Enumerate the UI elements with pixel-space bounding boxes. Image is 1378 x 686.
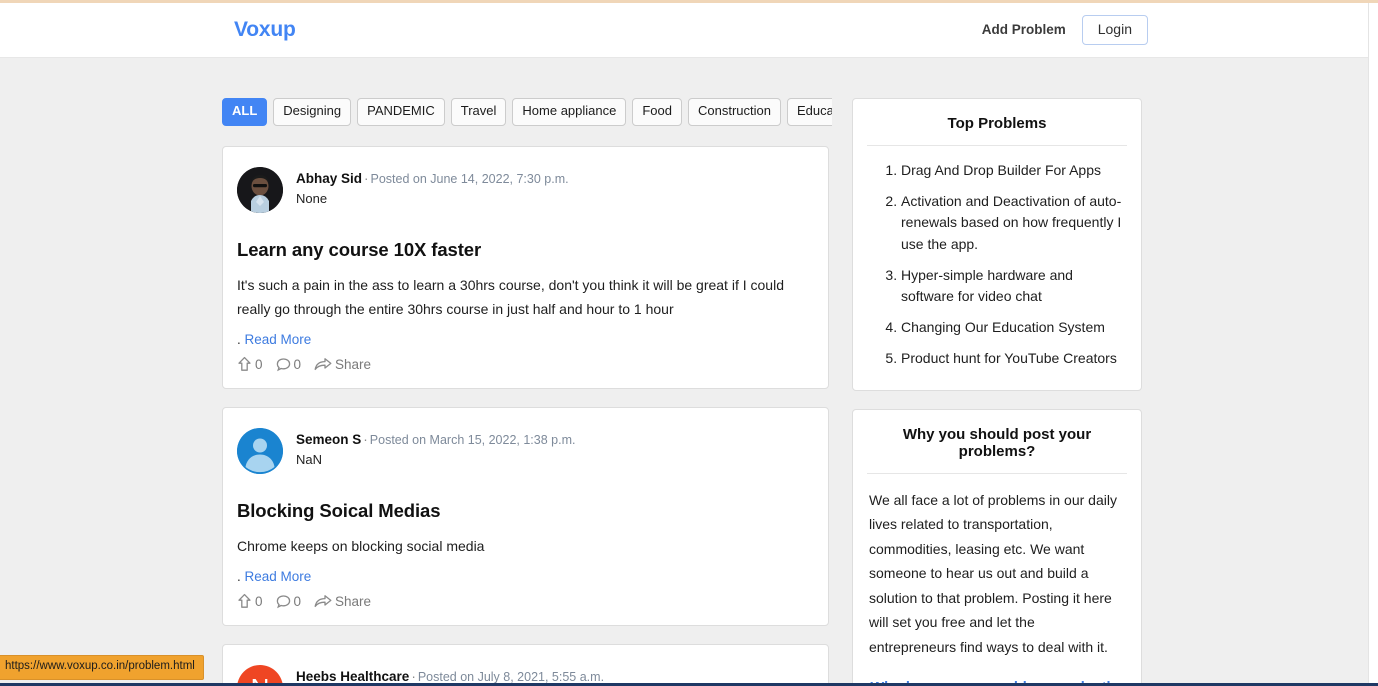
problem-actions: 0 0 Share xyxy=(237,356,814,372)
read-more-link[interactable]: Read More xyxy=(245,569,312,584)
problem-title[interactable]: Blocking Soical Medias xyxy=(237,500,814,522)
top-problems-panel: Top Problems Drag And Drop Builder For A… xyxy=(852,98,1142,391)
share-arrow-icon xyxy=(314,357,332,372)
navbar-actions: Add Problem Login xyxy=(982,14,1148,46)
login-button[interactable]: Login xyxy=(1081,14,1148,46)
category-tab-all[interactable]: ALL xyxy=(222,98,268,126)
problem-card-meta: Semeon S · Posted on March 15, 2022, 1:38 … xyxy=(296,428,575,467)
upvote-arrow-icon xyxy=(237,356,252,372)
why-post-title: Why you should post your problems? xyxy=(867,426,1127,474)
top-problems-list: Drag And Drop Builder For Apps Activation… xyxy=(869,160,1125,370)
top-problems-title: Top Problems xyxy=(867,115,1127,146)
category-tab-home-appliance[interactable]: Home appliance xyxy=(512,98,627,126)
comment-count: 0 xyxy=(293,593,302,609)
category-tab-construction[interactable]: Construction xyxy=(688,98,781,126)
upvote-count: 0 xyxy=(255,356,263,372)
category-tab-pandemic[interactable]: PANDEMIC xyxy=(357,98,445,126)
category-tabs: ALL Designing PANDEMIC Travel Home appliance… xyxy=(222,98,832,128)
post-category: None xyxy=(296,190,328,206)
category-tab-designing[interactable]: Designing xyxy=(273,98,352,126)
posted-timestamp: Posted on June 14, 2022, 7:30 p.m. xyxy=(370,172,569,186)
problem-card-header: Abhay Sid · Posted on June 14, 2022, 7:30 … xyxy=(237,167,814,213)
share-label: Share xyxy=(335,593,372,609)
why-post-panel: Why you should post your problems? We al… xyxy=(852,408,1142,686)
problem-card[interactable]: NHeebs Healthcare·Posted on July 8, 2021… xyxy=(222,644,829,686)
problem-title[interactable]: Learn any course 10X faster xyxy=(237,239,814,261)
upvote-arrow-icon xyxy=(237,593,252,609)
comment-button[interactable]: 0 xyxy=(276,356,302,372)
add-problem-link[interactable]: Add Problem xyxy=(982,22,1066,37)
why-post-paragraph: We all face a lot of problems in our dai… xyxy=(869,491,1117,655)
category-tab-travel[interactable]: Travel xyxy=(450,98,507,126)
author-name[interactable]: Semeon S xyxy=(296,432,361,447)
upvote-button[interactable]: 0 xyxy=(237,593,263,609)
navbar: Voxup Add Problem Login xyxy=(0,3,1368,58)
problem-card-meta: Abhay Sid · Posted on June 14, 2022, 7:30 … xyxy=(296,167,569,206)
comment-count: 0 xyxy=(293,356,302,372)
share-button[interactable]: Share xyxy=(314,357,371,372)
read-more-link[interactable]: Read More xyxy=(245,332,312,347)
top-problem-item[interactable]: Drag And Drop Builder For Apps xyxy=(901,160,1125,182)
status-bar-url: https://www.voxup.co.in/problem.html xyxy=(0,655,204,680)
separator-dot: · xyxy=(363,432,368,448)
scrollbar-thumb[interactable] xyxy=(1370,3,1378,153)
read-more-prefix: . xyxy=(237,569,241,585)
separator-dot: · xyxy=(364,171,369,186)
problem-card[interactable]: Abhay Sid · Posted on June 14, 2022, 7:30 … xyxy=(222,146,829,390)
problem-feed: Abhay Sid · Posted on June 14, 2022, 7:30 … xyxy=(222,146,829,686)
comment-bubble-icon xyxy=(276,594,291,609)
category-tab-education[interactable]: Education xyxy=(786,98,832,126)
upvote-count: 0 xyxy=(255,593,263,609)
top-problem-item[interactable]: Activation and Deactivation of auto-rene… xyxy=(901,191,1125,256)
sidebar: Top Problems Drag And Drop Builder For A… xyxy=(852,98,1142,686)
top-problem-item[interactable]: Hyper-simple hardware and software for v… xyxy=(901,265,1125,308)
author-name[interactable]: Heebs Healthcare xyxy=(296,669,409,684)
comment-bubble-icon xyxy=(276,357,291,372)
upvote-button[interactable]: 0 xyxy=(237,356,263,372)
problem-card-header: Semeon S · Posted on March 15, 2022, 1:38 … xyxy=(237,428,814,475)
author-name[interactable]: Abhay Sid xyxy=(296,171,362,186)
problem-body-text: Chrome keeps on blocking social media xyxy=(237,538,485,555)
share-button[interactable]: Share xyxy=(314,594,371,609)
category-tab-food[interactable]: Food xyxy=(632,98,682,126)
problem-card[interactable]: Semeon S · Posted on March 15, 2022, 1:38 … xyxy=(222,407,829,627)
problem-body-text: It's such a pain in the ass to learn a 3… xyxy=(237,277,784,318)
author-line: Abhay Sid · Posted on June 14, 2022, 7:30 … xyxy=(296,171,569,188)
read-more-prefix: . xyxy=(237,332,241,348)
page-body: ALL Designing PANDEMIC Travel Home appliance… xyxy=(0,58,1368,686)
brand-logo[interactable]: Voxup xyxy=(234,18,296,42)
comment-button[interactable]: 0 xyxy=(276,593,302,609)
page-scrollbar[interactable] xyxy=(1368,3,1378,686)
problem-actions: 0 0 Share xyxy=(237,593,814,609)
avatar-default-user-icon xyxy=(237,428,283,475)
category-tabs-list: ALL Designing PANDEMIC Travel Home appliance… xyxy=(222,98,832,126)
separator-dot: · xyxy=(411,669,416,685)
posted-timestamp: Posted on March 15, 2022, 1:38 p.m. xyxy=(369,433,576,448)
read-more-row: . Read More xyxy=(237,569,814,584)
avatar-photo xyxy=(237,167,283,213)
read-more-row: . Read More xyxy=(237,332,814,347)
top-problem-item[interactable]: Changing Our Education System xyxy=(901,317,1125,339)
author-line: Semeon S · Posted on March 15, 2022, 1:38 … xyxy=(296,432,575,449)
post-category: NaN xyxy=(296,452,323,468)
top-problem-item[interactable]: Product hunt for YouTube Creators xyxy=(901,348,1125,370)
share-arrow-icon xyxy=(314,594,332,609)
share-label: Share xyxy=(335,356,372,372)
